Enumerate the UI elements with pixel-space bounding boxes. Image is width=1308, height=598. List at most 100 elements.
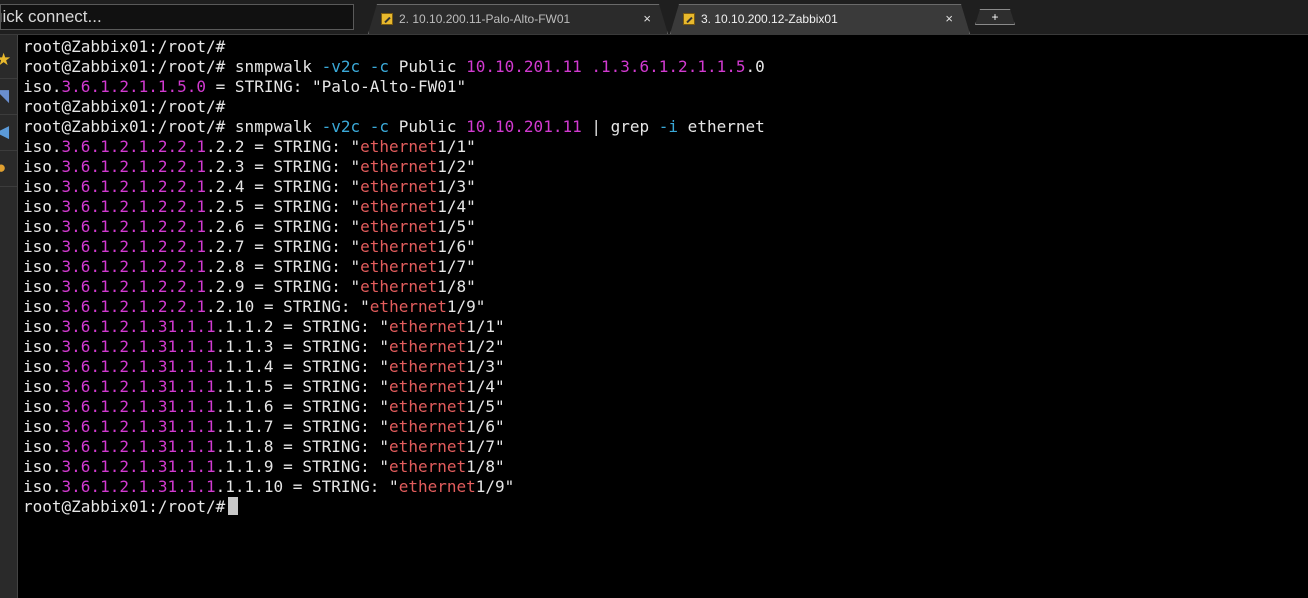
session-icon [381,13,393,25]
terminal-text: ethernet [678,117,765,136]
terminal-text: root@Zabbix01:/root/# [23,37,235,56]
terminal-line: iso.3.6.1.2.1.1.5.0 = STRING: "Palo-Alto… [23,77,1303,97]
close-icon[interactable]: × [945,5,953,33]
terminal-text: ethernet [360,137,438,156]
tab-zabbix01[interactable]: 3. 10.10.200.12-Zabbix01 × [670,4,970,34]
terminal-text: = STRING: "Palo-Alto-FW01" [206,77,467,96]
terminal-line: iso.3.6.1.2.1.31.1.1.1.1.4 = STRING: "et… [23,357,1303,377]
terminal-text: ethernet [389,377,467,396]
terminal-text: -c [369,117,390,136]
terminal-text: 3.6.1.2.1.1.5.0 [61,77,207,96]
terminal-text: 1/8" [437,277,476,296]
terminal-text: iso. [23,397,62,416]
terminal-text: 1/2" [437,157,476,176]
terminal-text: -c [369,57,390,76]
terminal-text: ethernet [389,337,467,356]
terminal-text: ethernet [360,257,438,276]
terminal-text: .2.8 = STRING: " [206,257,361,276]
terminal-prompt-line[interactable]: root@Zabbix01:/root/# [23,497,1303,517]
terminal-text: .1.1.2 = STRING: " [215,317,390,336]
side-button-tools[interactable]: ◥ [0,79,17,115]
terminal-text: 1/5" [437,217,476,236]
new-tab-button[interactable]: + [975,9,1015,25]
tab-palo-alto-fw01[interactable]: 2. 10.10.200.11-Palo-Alto-FW01 × [368,4,668,34]
terminal-text: 3.6.1.2.1.2.2.1 [61,157,207,176]
macro-icon: ● [0,158,7,177]
terminal-text: 3.6.1.2.1.31.1.1 [61,457,216,476]
side-button-favorites[interactable]: ★ [0,43,17,79]
tab-label: 3. 10.10.200.12-Zabbix01 [701,12,838,26]
terminal-text: ethernet [360,237,438,256]
terminal-text: root@Zabbix01:/root/# [23,97,235,116]
terminal-text: .2.2 = STRING: " [206,137,361,156]
terminal-line: root@Zabbix01:/root/# snmpwalk -v2c -c P… [23,117,1303,137]
terminal-text: 3.6.1.2.1.31.1.1 [61,377,216,396]
terminal-line: iso.3.6.1.2.1.2.2.1.2.6 = STRING: "ether… [23,217,1303,237]
terminal-text: ethernet [360,177,438,196]
terminal-line: iso.3.6.1.2.1.31.1.1.1.1.5 = STRING: "et… [23,377,1303,397]
terminal-text: 3.6.1.2.1.2.2.1 [61,257,207,276]
terminal-text: iso. [23,437,62,456]
terminal-text: iso. [23,257,62,276]
terminal-line: iso.3.6.1.2.1.31.1.1.1.1.10 = STRING: "e… [23,477,1303,497]
terminal-output[interactable]: root@Zabbix01:/root/# root@Zabbix01:/roo… [23,37,1303,593]
terminal-text: ethernet [389,317,467,336]
terminal-text: .1.1.10 = STRING: " [215,477,399,496]
terminal-text: 3.6.1.2.1.31.1.1 [61,477,216,496]
terminal-text: iso. [23,417,62,436]
terminal-line: iso.3.6.1.2.1.31.1.1.1.1.3 = STRING: "et… [23,337,1303,357]
terminal-text: 1/7" [466,437,505,456]
terminal-line: iso.3.6.1.2.1.2.2.1.2.8 = STRING: "ether… [23,257,1303,277]
terminal-text: 3.6.1.2.1.31.1.1 [61,337,216,356]
terminal-text: iso. [23,197,62,216]
terminal-text: .1.1.5 = STRING: " [215,377,390,396]
text-cursor [228,497,239,515]
close-icon[interactable]: × [643,5,651,33]
terminal-text: iso. [23,357,62,376]
terminal-text: iso. [23,237,62,256]
arrow-icon: ◥ [0,86,10,105]
terminal-text: 3.6.1.2.1.2.2.1 [61,177,207,196]
terminal-line: root@Zabbix01:/root/# [23,37,1303,57]
terminal-text: 1/2" [466,337,505,356]
terminal-line: iso.3.6.1.2.1.2.2.1.2.4 = STRING: "ether… [23,177,1303,197]
terminal-text: 3.6.1.2.1.31.1.1 [61,417,216,436]
terminal-text: iso. [23,77,62,96]
terminal-text: ethernet [389,457,467,476]
side-button-macros[interactable]: ● [0,151,17,187]
terminal-text: 3.6.1.2.1.2.2.1 [61,197,207,216]
paper-plane-icon: ◀ [0,122,10,141]
terminal-text: ethernet [389,397,467,416]
terminal-text: 3.6.1.2.1.2.2.1 [61,297,207,316]
terminal-text: .1.1.4 = STRING: " [215,357,390,376]
tab-bar: 2. 10.10.200.11-Palo-Alto-FW01 × 3. 10.1… [0,0,1308,35]
terminal-text: iso. [23,217,62,236]
terminal-text: iso. [23,277,62,296]
terminal-text: -i [658,117,679,136]
terminal-text: .2.3 = STRING: " [206,157,361,176]
terminal-text: ethernet [360,197,438,216]
terminal-line: iso.3.6.1.2.1.2.2.1.2.7 = STRING: "ether… [23,237,1303,257]
terminal-text: iso. [23,297,62,316]
terminal-line: root@Zabbix01:/root/# [23,97,1303,117]
terminal-text: .2.7 = STRING: " [206,237,361,256]
terminal-text: 1/3" [437,177,476,196]
terminal-line: iso.3.6.1.2.1.2.2.1.2.10 = STRING: "ethe… [23,297,1303,317]
session-icon [683,13,695,25]
terminal-text: .1.1.8 = STRING: " [215,437,390,456]
terminal-text: iso. [23,177,62,196]
terminal-text: iso. [23,477,62,496]
terminal-line: iso.3.6.1.2.1.31.1.1.1.1.2 = STRING: "et… [23,317,1303,337]
terminal-text: ethernet [398,477,476,496]
terminal-line: iso.3.6.1.2.1.2.2.1.2.5 = STRING: "ether… [23,197,1303,217]
terminal-text: 1/5" [466,397,505,416]
terminal-text: -v2c [321,117,361,136]
side-button-sftp[interactable]: ◀ [0,115,17,151]
terminal-text: 1/1" [466,317,505,336]
terminal-line: iso.3.6.1.2.1.31.1.1.1.1.9 = STRING: "et… [23,457,1303,477]
quick-connect-input[interactable] [0,4,354,30]
terminal-text: .2.4 = STRING: " [206,177,361,196]
